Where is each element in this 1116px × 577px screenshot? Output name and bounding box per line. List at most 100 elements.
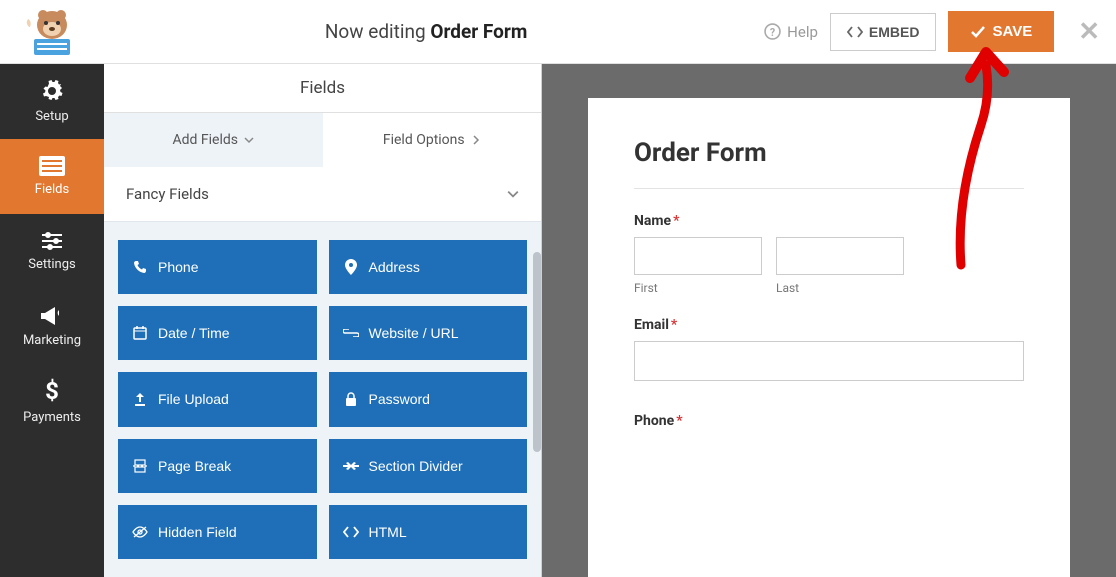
group-label: Fancy Fields [126,185,209,203]
field-button-file-upload[interactable]: File Upload [118,372,317,426]
first-name-column: First [634,237,762,295]
field-label: File Upload [158,391,229,407]
title-prefix: Now editing [325,20,431,43]
megaphone-icon [39,305,65,327]
field-label: Date / Time [158,325,230,341]
embed-label: EMBED [869,24,920,40]
check-icon [970,25,986,39]
field-button-datetime[interactable]: Date / Time [118,306,317,360]
upload-icon [132,392,148,406]
field-button-website[interactable]: Website / URL [329,306,528,360]
first-sublabel: First [634,281,762,295]
header-bar: Now editing Order Form ? Help EMBED SAVE… [0,0,1116,64]
lock-icon [343,392,359,406]
field-label: Website / URL [369,325,459,341]
fields-panel: Fields Add Fields Field Options Fancy Fi… [104,64,542,577]
sidebar-item-label: Setup [35,109,68,124]
field-button-hidden-field[interactable]: Hidden Field [118,505,317,559]
name-field-block: Name* First Last [634,213,1024,295]
embed-button[interactable]: EMBED [830,13,937,51]
phone-label-text: Phone [634,413,674,429]
chevron-right-icon [471,135,481,145]
sidebar-item-label: Marketing [23,333,81,348]
email-label-text: Email [634,317,669,333]
required-asterisk: * [676,413,682,429]
form-icon [39,156,65,176]
sidebar-item-settings[interactable]: Settings [0,214,104,289]
field-label: Address [369,259,420,275]
svg-text:?: ? [770,26,775,39]
sidebar-item-label: Fields [35,182,69,197]
divider-icon [343,462,359,470]
phone-icon [132,260,148,274]
title-divider [634,188,1024,189]
sidebar-item-label: Payments [23,410,81,425]
calendar-icon [132,326,148,340]
sidebar-item-label: Settings [28,257,75,272]
pagebreak-icon [132,459,148,473]
header-actions: ? Help EMBED SAVE ✕ [764,11,1100,52]
email-field-block: Email* [634,317,1024,403]
field-button-html[interactable]: HTML [329,505,528,559]
field-label: Password [369,391,430,407]
required-asterisk: * [671,317,677,333]
name-row: First Last [634,237,1024,295]
code-icon [847,26,863,38]
preview-wrap: Order Form Name* First Last Email* [542,64,1116,577]
field-label: Hidden Field [158,524,237,540]
field-button-section-divider[interactable]: Section Divider [329,439,528,493]
scrollbar-thumb[interactable] [533,252,541,452]
name-label: Name* [634,213,1024,229]
last-sublabel: Last [776,281,904,295]
group-header-fancy-fields[interactable]: Fancy Fields [104,167,541,222]
logo [16,6,88,58]
body-layout: Setup Fields Settings Marketing $ Paymen… [0,64,1116,577]
first-name-input[interactable] [634,237,762,275]
sidebar-item-marketing[interactable]: Marketing [0,289,104,364]
save-label: SAVE [992,23,1032,40]
field-button-phone[interactable]: Phone [118,240,317,294]
page-title: Now editing Order Form [88,20,764,43]
sidebar: Setup Fields Settings Marketing $ Paymen… [0,64,104,577]
link-icon [343,329,359,337]
save-button[interactable]: SAVE [948,11,1054,52]
field-label: Section Divider [369,458,463,474]
required-asterisk: * [673,213,679,229]
phone-label: Phone* [634,413,1024,429]
panel-tabs: Add Fields Field Options [104,113,541,167]
tab-add-fields[interactable]: Add Fields [104,113,323,167]
field-grid: Phone Address Date / Time Website / URL … [104,222,541,577]
panel-header: Fields [104,64,541,113]
dollar-icon: $ [44,378,60,404]
sidebar-item-payments[interactable]: $ Payments [0,364,104,439]
form-name: Order Form [430,20,527,43]
tab-field-options[interactable]: Field Options [323,113,542,167]
close-button[interactable]: ✕ [1078,17,1100,47]
gear-icon [40,79,64,103]
email-label: Email* [634,317,1024,333]
tab-label: Field Options [383,132,465,148]
form-title: Order Form [634,138,1024,168]
form-preview: Order Form Name* First Last Email* [588,98,1070,577]
field-button-page-break[interactable]: Page Break [118,439,317,493]
sidebar-item-fields[interactable]: Fields [0,139,104,214]
last-name-input[interactable] [776,237,904,275]
field-button-address[interactable]: Address [329,240,528,294]
field-label: Phone [158,259,198,275]
phone-field-block: Phone* [634,413,1024,429]
help-icon: ? [764,23,781,40]
field-label: Page Break [158,458,231,474]
help-link[interactable]: ? Help [764,23,818,41]
field-label: HTML [369,524,407,540]
eye-off-icon [132,526,148,538]
sidebar-item-setup[interactable]: Setup [0,64,104,139]
chevron-down-icon [507,188,519,200]
tab-label: Add Fields [173,132,239,148]
field-button-password[interactable]: Password [329,372,528,426]
sliders-icon [40,231,64,251]
chevron-down-icon [244,135,254,145]
name-label-text: Name [634,213,671,229]
code-icon [343,526,359,538]
svg-text:$: $ [45,378,59,404]
email-input[interactable] [634,341,1024,381]
